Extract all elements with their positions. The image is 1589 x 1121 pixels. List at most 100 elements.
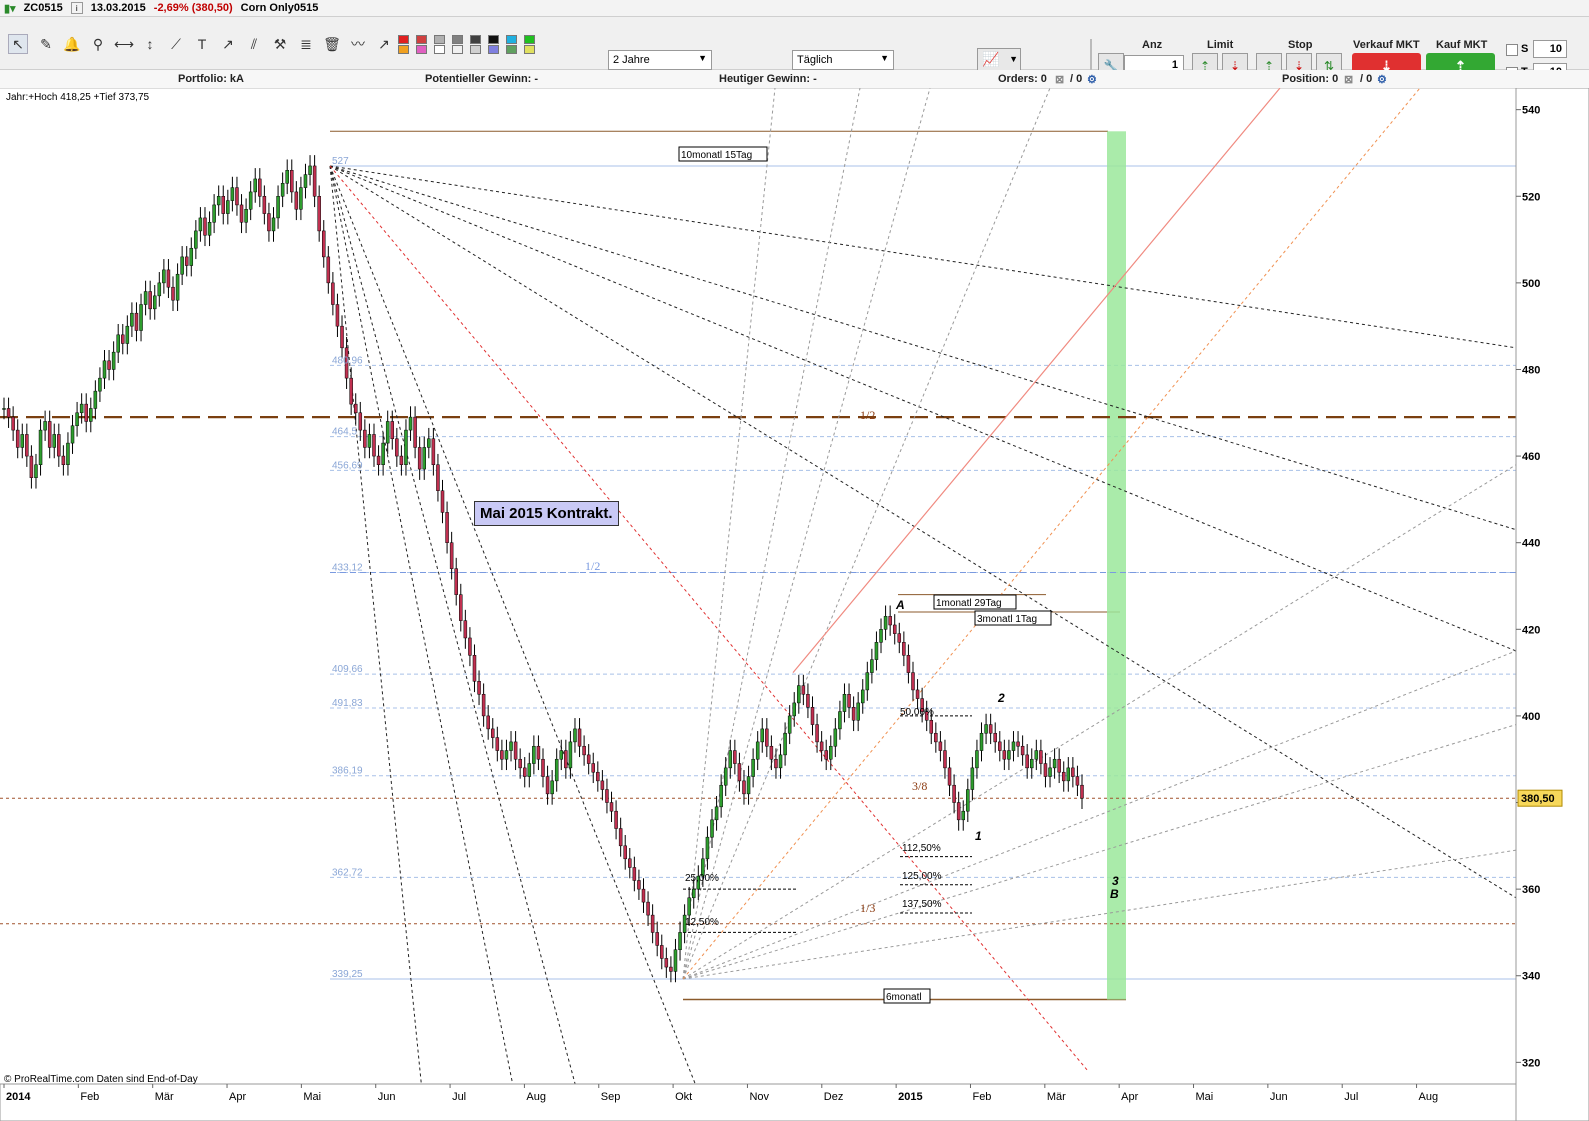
color-swatch[interactable] bbox=[398, 45, 409, 54]
orders-settings-icon[interactable]: ⚙ bbox=[1087, 73, 1097, 86]
tools-icon[interactable]: ⚒ bbox=[270, 34, 290, 54]
candle-body bbox=[427, 438, 431, 448]
s-input[interactable]: 10 bbox=[1533, 40, 1567, 58]
pointer-icon[interactable]: ↖ bbox=[8, 34, 28, 54]
price-chart[interactable]: 527 480,96 464,5 456,69 433,12 409,66 491,83 38… bbox=[0, 88, 1589, 1121]
color-swatch[interactable] bbox=[434, 45, 445, 54]
chart-area[interactable]: 527 480,96 464,5 456,69 433,12 409,66 491,83 38… bbox=[0, 88, 1589, 1121]
candle-body bbox=[568, 741, 573, 769]
color-swatch[interactable] bbox=[470, 35, 481, 44]
x-tick-label: Aug bbox=[1419, 1091, 1439, 1103]
x-tick-label: Sep bbox=[601, 1091, 621, 1103]
candle-body bbox=[331, 282, 335, 305]
position-settings-icon[interactable]: ⚙ bbox=[1377, 73, 1387, 86]
candle-body bbox=[998, 741, 1002, 751]
color-swatch[interactable] bbox=[524, 35, 535, 44]
toolbar: ↖ ✎ 🔔 ⚲ ⟷ ↕ ⟋ T ↗ ⫽ ⚒ ≣ 🗑 〰 ↗ 2 Jahre ▼ … bbox=[0, 17, 1589, 81]
color-swatch[interactable] bbox=[452, 35, 463, 44]
candle-body bbox=[134, 312, 139, 331]
color-swatch[interactable] bbox=[470, 45, 481, 54]
alarm-bell-icon[interactable]: 🔔 bbox=[62, 34, 82, 54]
candle-body bbox=[175, 273, 180, 301]
candle-body bbox=[93, 390, 98, 409]
candle-body bbox=[591, 763, 595, 773]
candle-body bbox=[934, 732, 938, 743]
candle-body bbox=[239, 204, 244, 223]
channel-icon[interactable]: ⫽ bbox=[244, 34, 264, 54]
color-palette[interactable] bbox=[398, 33, 548, 57]
candle-body bbox=[733, 750, 737, 764]
color-swatch[interactable] bbox=[452, 45, 463, 54]
title-bar: ▮▾ ZC0515 i 13.03.2015 -2,69% (380,50) C… bbox=[0, 0, 1589, 17]
annotation-label: 10monatl 15Tag bbox=[681, 150, 752, 161]
horizontal-line-icon[interactable]: ⟷ bbox=[114, 34, 134, 54]
candle-body bbox=[1011, 741, 1016, 751]
chart-type-icon[interactable]: ▮▾ bbox=[4, 2, 16, 15]
s-checkbox[interactable] bbox=[1506, 44, 1518, 56]
candle-body bbox=[751, 758, 755, 777]
color-swatch[interactable] bbox=[524, 45, 535, 54]
gann-fan-line bbox=[329, 165, 711, 1121]
vertical-line-icon[interactable]: ↕ bbox=[140, 34, 160, 54]
color-swatch[interactable] bbox=[416, 45, 427, 54]
candle-body bbox=[385, 421, 390, 444]
candle-body bbox=[678, 932, 682, 951]
candle-body bbox=[1057, 758, 1061, 773]
candle-body bbox=[34, 464, 38, 478]
info-icon[interactable]: i bbox=[70, 2, 83, 14]
candle-body bbox=[815, 724, 819, 743]
indicator-icon[interactable]: 〰 bbox=[348, 34, 368, 54]
candle-body bbox=[993, 732, 997, 743]
period-select[interactable]: 2 Jahre ▼ bbox=[608, 50, 712, 70]
color-swatch[interactable] bbox=[398, 35, 409, 44]
orders-close-icon[interactable]: ⊠ bbox=[1055, 73, 1064, 86]
gann-fan-line-up bbox=[682, 88, 861, 980]
candle-body bbox=[463, 620, 468, 639]
candle-body bbox=[760, 728, 765, 743]
candle-body bbox=[1039, 750, 1043, 764]
gann-fan-line-up bbox=[682, 724, 1517, 980]
candle-body bbox=[769, 745, 774, 760]
candle-body bbox=[792, 702, 796, 717]
candle-body bbox=[988, 724, 993, 734]
candle-body bbox=[417, 447, 422, 470]
zoom-icon[interactable]: ⚲ bbox=[88, 34, 108, 54]
candle-body bbox=[710, 819, 714, 838]
chart-style-button[interactable]: 📈 ▼ bbox=[977, 48, 1021, 72]
gann-fan-line bbox=[329, 165, 1517, 652]
symbol-label[interactable]: ZC0515 bbox=[24, 2, 63, 14]
candle-body bbox=[303, 174, 308, 188]
buy-mkt-label: Kauf MKT bbox=[1436, 39, 1488, 51]
candle-body bbox=[902, 642, 906, 656]
trendline-icon[interactable]: ⟋ bbox=[166, 34, 186, 54]
arrow-icon[interactable]: ↗ bbox=[218, 34, 238, 54]
text-icon[interactable]: T bbox=[192, 34, 212, 54]
candle-body bbox=[454, 568, 458, 595]
candle-body bbox=[911, 672, 915, 691]
color-swatch[interactable] bbox=[506, 45, 517, 54]
candle-body bbox=[184, 256, 189, 266]
candle-body bbox=[966, 789, 970, 812]
candle-body bbox=[157, 282, 162, 297]
retracement-label: 527 bbox=[332, 156, 349, 167]
color-swatch[interactable] bbox=[488, 35, 499, 44]
color-swatch[interactable] bbox=[416, 35, 427, 44]
fibonacci-icon[interactable]: ≣ bbox=[296, 34, 316, 54]
candle-body bbox=[52, 434, 56, 448]
candle-body bbox=[541, 758, 545, 777]
candle-body bbox=[408, 416, 413, 431]
ruler-icon[interactable]: ✎ bbox=[36, 34, 56, 54]
candle-body bbox=[532, 745, 536, 764]
color-swatch[interactable] bbox=[506, 35, 517, 44]
candle-body bbox=[1048, 767, 1052, 777]
candle-body bbox=[381, 442, 385, 465]
candle-body bbox=[755, 741, 760, 760]
interval-select[interactable]: Täglich ▼ bbox=[792, 50, 894, 70]
retracement-label: 433,12 bbox=[332, 562, 363, 573]
candle-body bbox=[600, 780, 605, 790]
color-swatch[interactable] bbox=[488, 45, 499, 54]
delete-icon[interactable]: 🗑 bbox=[322, 34, 342, 54]
arrow-draw-icon[interactable]: ↗ bbox=[374, 34, 394, 54]
color-swatch[interactable] bbox=[434, 35, 445, 44]
position-close-icon[interactable]: ⊠ bbox=[1344, 73, 1353, 86]
